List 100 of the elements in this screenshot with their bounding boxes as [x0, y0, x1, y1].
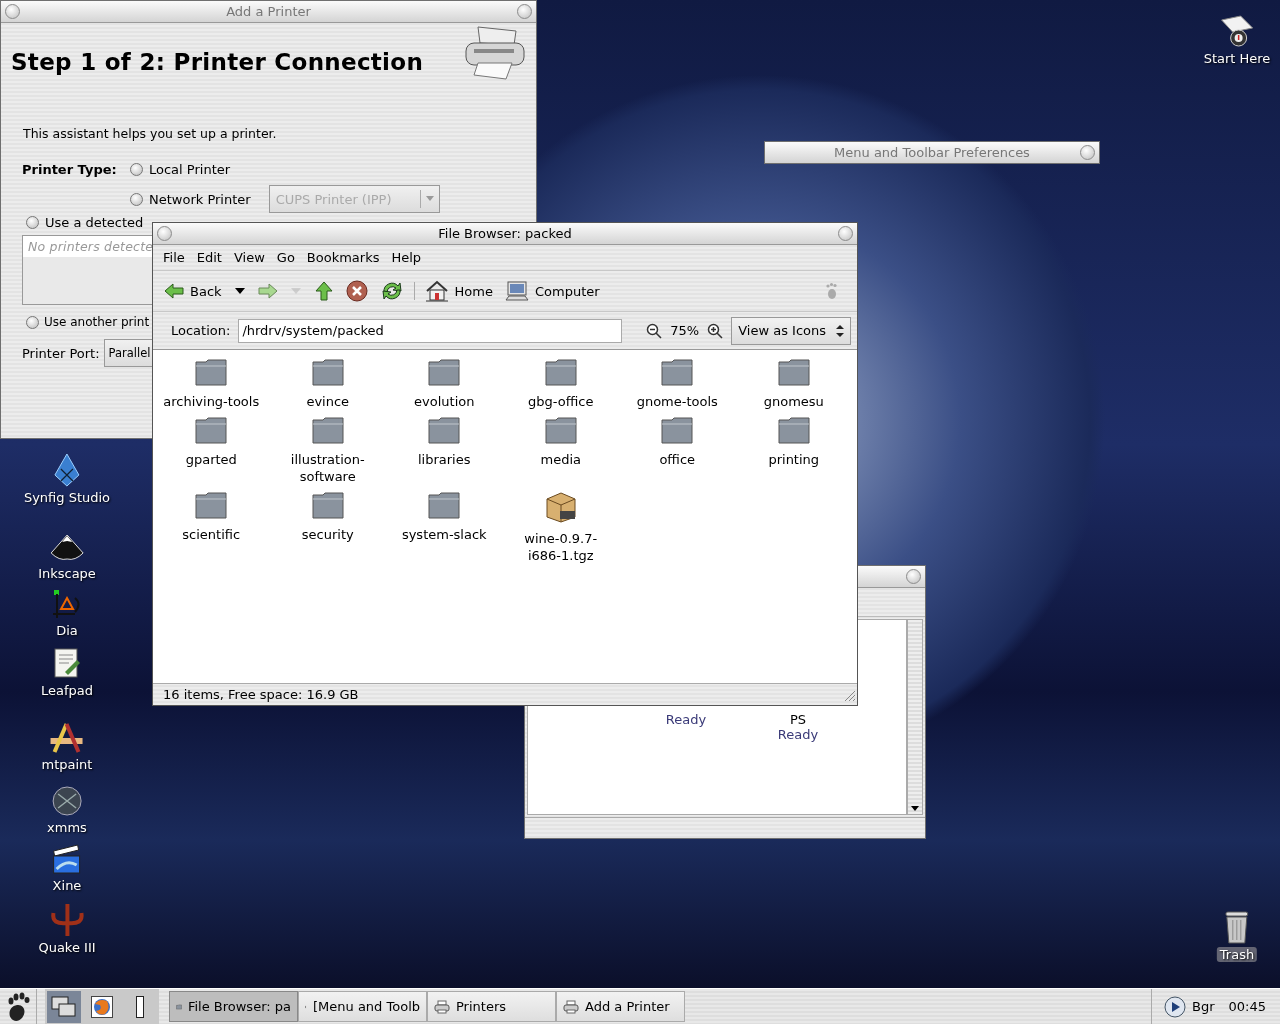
file-name[interactable]: security: [301, 526, 354, 543]
desktop-icon-label[interactable]: Leafpad: [38, 683, 96, 698]
up-down-arrows-icon: [836, 323, 844, 338]
folder-icon[interactable]: [544, 416, 577, 444]
keyboard-layout[interactable]: Bgr: [1192, 999, 1215, 1014]
up-arrow-icon: [313, 281, 334, 301]
file-name[interactable]: system-slack: [401, 526, 487, 543]
task-button[interactable]: Add a Printer: [556, 991, 685, 1022]
file-name[interactable]: illustration-software: [277, 451, 378, 485]
folder-icon[interactable]: [661, 358, 694, 386]
app-icon[interactable]: [49, 722, 85, 754]
window-shade-button[interactable]: [838, 226, 853, 241]
file-name[interactable]: scientific: [182, 526, 241, 543]
package-icon[interactable]: [543, 491, 578, 523]
menu-item[interactable]: Edit: [190, 250, 228, 265]
menu-item[interactable]: View: [227, 250, 271, 265]
zoom-in-icon[interactable]: [707, 322, 724, 339]
menu-item[interactable]: Help: [385, 250, 428, 265]
app-icon[interactable]: [1219, 14, 1255, 48]
folder-icon[interactable]: [311, 416, 344, 444]
file-name[interactable]: gbg-office: [528, 393, 594, 410]
file-name[interactable]: gparted: [185, 451, 237, 468]
list-placeholder: No printers detecte: [23, 236, 152, 257]
narrow-bar-icon: [136, 995, 144, 1018]
menu-item[interactable]: File: [157, 250, 191, 265]
task-button[interactable]: File Browser: pa: [169, 991, 298, 1022]
folder-icon[interactable]: [661, 416, 694, 444]
app-icon[interactable]: [52, 453, 82, 487]
view-mode-dropdown[interactable]: View as Icons: [731, 316, 851, 345]
window-menu-button[interactable]: [5, 4, 20, 19]
folder-icon[interactable]: [428, 491, 461, 519]
window-shade-button[interactable]: [906, 569, 921, 584]
window-shade-button[interactable]: [1080, 145, 1095, 160]
radio-button[interactable]: [130, 162, 143, 176]
folder-icon[interactable]: [428, 358, 461, 386]
folder-icon[interactable]: [777, 416, 810, 444]
printer-status: Ready: [665, 712, 707, 727]
file-name[interactable]: libraries: [418, 451, 471, 468]
task-button[interactable]: [Menu and Toolb: [298, 991, 427, 1022]
step-heading: Step 1 of 2: Printer Connection: [11, 48, 424, 75]
desktop-icon-label[interactable]: Start Here: [1200, 51, 1274, 66]
task-button[interactable]: Printers: [427, 991, 556, 1022]
menu-item[interactable]: Bookmarks: [300, 250, 386, 265]
zoom-level[interactable]: 75%: [670, 323, 700, 338]
location-field[interactable]: /hrdrv/system/packed: [238, 318, 623, 343]
folder-icon[interactable]: [195, 416, 228, 444]
desktop-icon-label[interactable]: Quake III: [35, 940, 99, 955]
desktop-icon-label[interactable]: Inkscape: [35, 566, 99, 581]
desktop-icon-label[interactable]: mtpaint: [38, 757, 96, 772]
windows-icon: [51, 994, 77, 1019]
radio-label[interactable]: Use another print: [44, 315, 150, 329]
file-name[interactable]: gnomesu: [763, 393, 824, 410]
app-icon[interactable]: [53, 648, 81, 680]
app-icon[interactable]: [49, 533, 85, 563]
radio-button[interactable]: [26, 215, 39, 229]
vertical-scrollbar[interactable]: [907, 619, 923, 815]
desktop-icon-label[interactable]: xmms: [44, 820, 90, 835]
file-name[interactable]: evince: [306, 393, 350, 410]
window-menu-button[interactable]: [157, 226, 172, 241]
folder-icon[interactable]: [428, 416, 461, 444]
app-icon[interactable]: [51, 843, 83, 875]
caret-icon: [233, 287, 246, 295]
menu-item[interactable]: Go: [270, 250, 301, 265]
location-label: Location:: [171, 323, 231, 338]
file-name[interactable]: gnome-tools: [636, 393, 718, 410]
trash-can-icon[interactable]: [1223, 910, 1251, 944]
radio-label[interactable]: Local Printer: [149, 161, 231, 177]
radio-label[interactable]: Use a detected: [45, 214, 144, 230]
radio-label[interactable]: Network Printer: [149, 191, 251, 207]
folder-icon[interactable]: [311, 491, 344, 519]
folder-icon[interactable]: [195, 491, 228, 519]
printer-name[interactable]: PS: [789, 712, 807, 727]
desktop-icon-label[interactable]: Dia: [53, 623, 81, 638]
desktop-icon-label[interactable]: Trash: [1216, 947, 1258, 962]
home-button[interactable]: Home: [419, 278, 498, 304]
desktop-icon-label[interactable]: Synfig Studio: [20, 490, 114, 505]
file-name[interactable]: media: [540, 451, 581, 468]
desktop-icon-label[interactable]: Xine: [49, 878, 85, 893]
file-name[interactable]: office: [659, 451, 696, 468]
play-icon[interactable]: [1164, 995, 1186, 1018]
window-shade-button[interactable]: [517, 4, 532, 19]
file-name[interactable]: evolution: [414, 393, 475, 410]
folder-icon[interactable]: [311, 358, 344, 386]
computer-button[interactable]: Computer: [499, 278, 605, 304]
radio-button[interactable]: [26, 315, 39, 329]
window-title: Menu and Toolbar Preferences: [833, 145, 1031, 160]
radio-button[interactable]: [130, 192, 143, 206]
folder-icon[interactable]: [777, 358, 810, 386]
clock[interactable]: 00:45: [1228, 999, 1266, 1014]
show-desktop-button[interactable]: [47, 990, 81, 1023]
file-name[interactable]: printing: [768, 451, 820, 468]
file-name[interactable]: wine-0.9.7-i686-1.tgz: [510, 530, 611, 564]
folder-icon[interactable]: [195, 358, 228, 386]
shaded-window[interactable]: Menu and Toolbar Preferences: [764, 141, 1100, 164]
app-icon[interactable]: [51, 785, 83, 817]
zoom-out-icon[interactable]: [646, 322, 663, 339]
file-name[interactable]: archiving-tools: [163, 393, 260, 410]
back-button[interactable]: Back: [159, 280, 227, 302]
globe-icon: [91, 995, 113, 1018]
folder-icon[interactable]: [544, 358, 577, 386]
